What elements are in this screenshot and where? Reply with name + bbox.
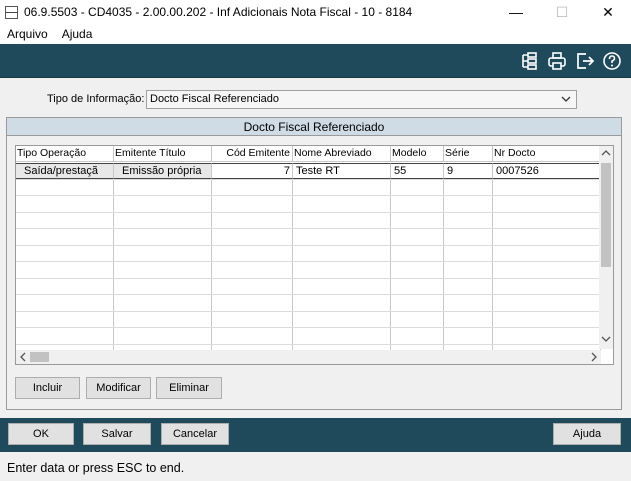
table-row[interactable] bbox=[16, 245, 601, 262]
docto-fiscal-group: Docto Fiscal Referenciado Tipo Operação … bbox=[6, 117, 622, 410]
ajuda-button[interactable]: Ajuda bbox=[553, 423, 621, 445]
col-nome-abreviado[interactable]: Nome Abreviado bbox=[293, 146, 391, 161]
scroll-up-icon[interactable] bbox=[599, 146, 613, 163]
cell-modelo[interactable]: 55 bbox=[391, 163, 444, 179]
cell-tipo-operacao[interactable]: Saída/prestaçã bbox=[16, 163, 114, 179]
status-bar: Enter data or press ESC to end. bbox=[0, 452, 631, 481]
col-emitente-titulo[interactable]: Emitente Título bbox=[114, 146, 212, 161]
cancelar-button[interactable]: Cancelar bbox=[161, 423, 229, 445]
eliminar-button[interactable]: Eliminar bbox=[156, 377, 222, 399]
vertical-scrollbar[interactable] bbox=[599, 146, 613, 349]
docto-grid: Tipo Operação Emitente Título Cód Emiten… bbox=[15, 145, 614, 365]
table-row[interactable] bbox=[16, 311, 601, 328]
table-row[interactable] bbox=[16, 295, 601, 312]
col-nr-docto[interactable]: Nr Docto bbox=[493, 146, 601, 161]
close-button[interactable]: ✕ bbox=[585, 0, 631, 24]
tipo-informacao-select[interactable]: Docto Fiscal Referenciado bbox=[146, 90, 577, 109]
window-controls: — ☐ ✕ bbox=[493, 0, 631, 24]
table-row[interactable] bbox=[16, 278, 601, 295]
salvar-button[interactable]: Salvar bbox=[83, 423, 151, 445]
maximize-button[interactable]: ☐ bbox=[539, 0, 585, 24]
help-icon[interactable] bbox=[601, 50, 623, 72]
scroll-left-icon[interactable] bbox=[18, 350, 28, 364]
app-icon bbox=[5, 5, 18, 19]
vertical-scroll-thumb[interactable] bbox=[601, 163, 611, 267]
menu-bar: Arquivo Ajuda bbox=[0, 24, 631, 44]
cell-nr-docto[interactable]: 0007526 bbox=[493, 163, 601, 179]
main-area: Tipo de Informação: Docto Fiscal Referen… bbox=[0, 78, 631, 418]
table-row[interactable] bbox=[16, 262, 601, 279]
toolbar bbox=[0, 44, 631, 78]
table-row[interactable] bbox=[16, 328, 601, 345]
table-row[interactable] bbox=[16, 229, 601, 246]
cell-cod-emitente[interactable]: 7 bbox=[212, 163, 293, 179]
scroll-down-icon[interactable] bbox=[599, 332, 613, 349]
grid-body: Saída/prestaçã Emissão própria 7 Teste R… bbox=[16, 163, 601, 361]
col-modelo[interactable]: Modelo bbox=[391, 146, 444, 161]
menu-ajuda[interactable]: Ajuda bbox=[55, 27, 100, 41]
action-bar: OK Salvar Cancelar Ajuda bbox=[0, 418, 631, 452]
scroll-right-icon[interactable] bbox=[589, 350, 599, 364]
col-serie[interactable]: Série bbox=[444, 146, 493, 161]
exit-icon[interactable] bbox=[574, 50, 596, 72]
minimize-button[interactable]: — bbox=[493, 0, 539, 24]
table-row[interactable] bbox=[16, 212, 601, 229]
col-tipo-operacao[interactable]: Tipo Operação bbox=[16, 146, 114, 161]
horizontal-scrollbar[interactable] bbox=[16, 350, 601, 364]
tipo-informacao-value: Docto Fiscal Referenciado bbox=[150, 93, 280, 105]
tree-icon[interactable] bbox=[518, 50, 540, 72]
chevron-down-icon bbox=[561, 91, 571, 114]
title-bar: 06.9.5503 - CD4035 - 2.00.00.202 - Inf A… bbox=[0, 0, 631, 24]
print-icon[interactable] bbox=[546, 50, 568, 72]
window-title: 06.9.5503 - CD4035 - 2.00.00.202 - Inf A… bbox=[24, 5, 413, 19]
horizontal-scroll-thumb[interactable] bbox=[30, 352, 49, 362]
tipo-informacao-label: Tipo de Informação: bbox=[47, 93, 145, 105]
col-cod-emitente[interactable]: Cód Emitente bbox=[212, 146, 293, 161]
incluir-button[interactable]: Incluir bbox=[15, 377, 80, 399]
cell-serie[interactable]: 9 bbox=[444, 163, 493, 179]
menu-arquivo[interactable]: Arquivo bbox=[0, 27, 55, 41]
cell-nome-abreviado[interactable]: Teste RT bbox=[293, 163, 391, 179]
cell-emitente-titulo[interactable]: Emissão própria bbox=[114, 163, 212, 179]
modificar-button[interactable]: Modificar bbox=[86, 377, 151, 399]
group-title: Docto Fiscal Referenciado bbox=[7, 118, 621, 136]
table-row[interactable]: Saída/prestaçã Emissão própria 7 Teste R… bbox=[16, 163, 601, 180]
table-row[interactable] bbox=[16, 196, 601, 213]
table-row[interactable] bbox=[16, 179, 601, 196]
ok-button[interactable]: OK bbox=[8, 423, 74, 445]
grid-header: Tipo Operação Emitente Título Cód Emiten… bbox=[16, 146, 601, 162]
